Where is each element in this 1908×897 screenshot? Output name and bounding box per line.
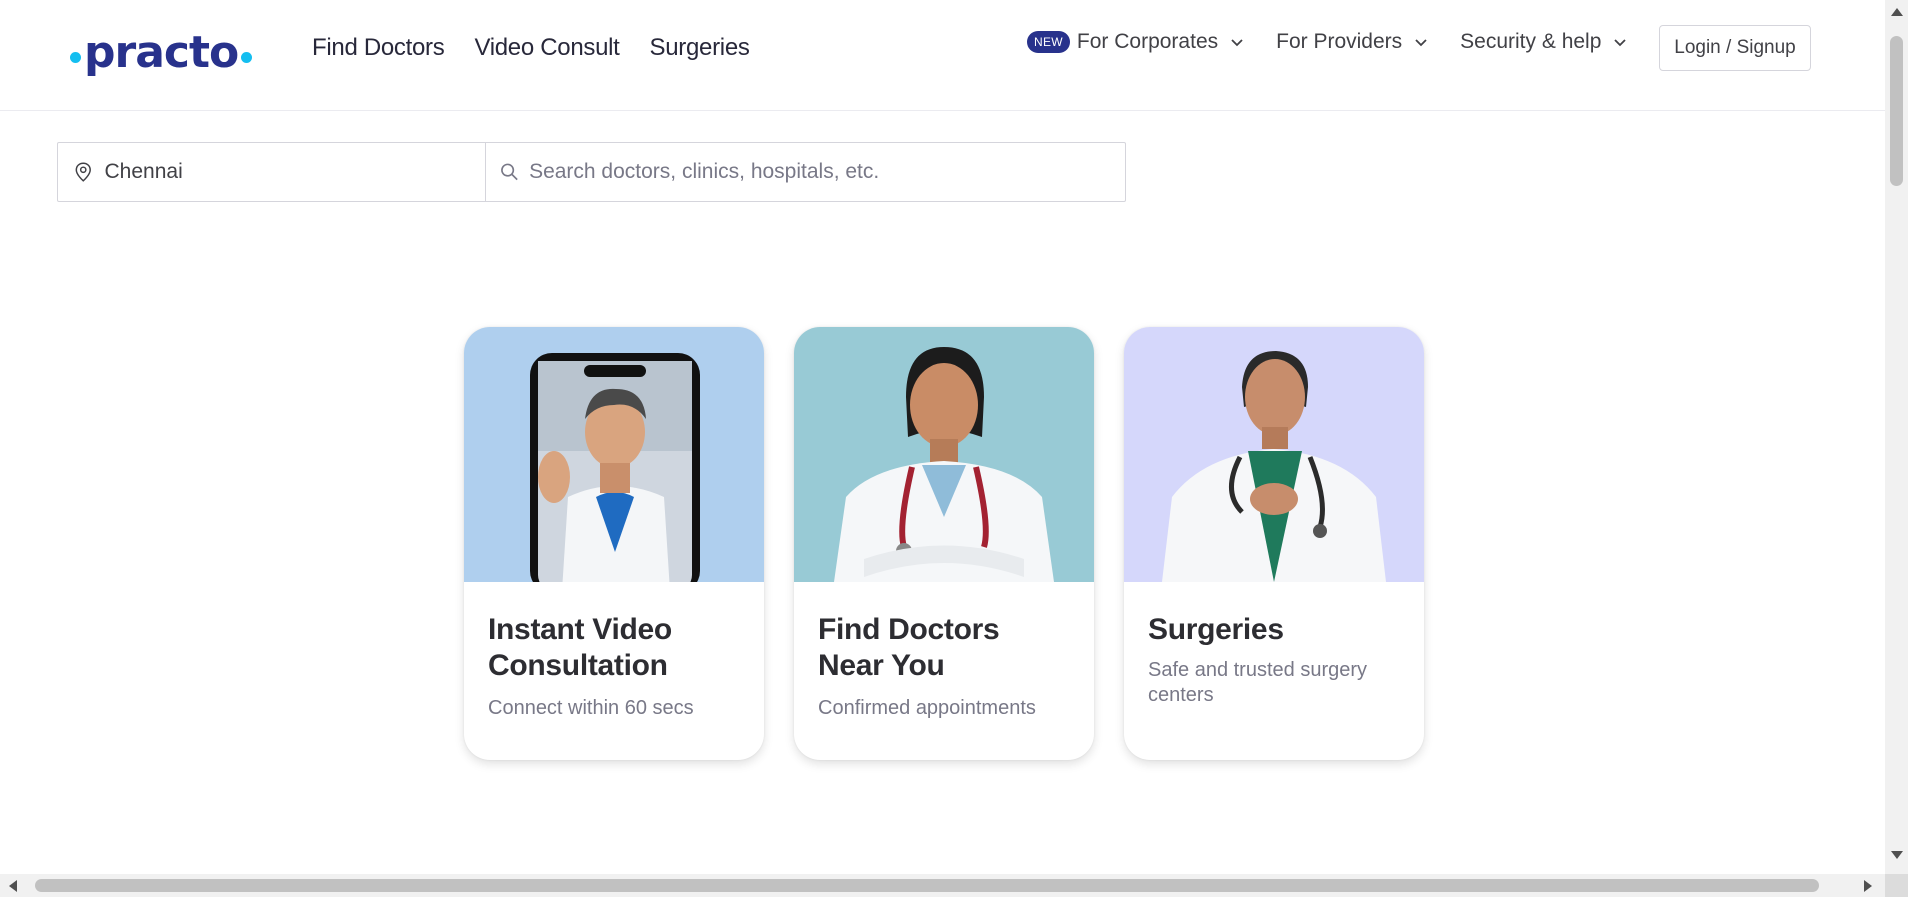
card-body: Find Doctors Near You Confirmed appointm…	[794, 582, 1094, 721]
scrollbar-corner	[1885, 874, 1908, 897]
location-pin-icon	[75, 162, 91, 182]
query-field[interactable]	[486, 143, 1125, 201]
card-surgeries[interactable]: Surgeries Safe and trusted surgery cente…	[1124, 327, 1424, 760]
search-input[interactable]	[529, 160, 1125, 184]
phone-doctor-illustration	[530, 353, 700, 582]
doctor-on-phone-image	[464, 327, 764, 582]
nav-surgeries[interactable]: Surgeries	[650, 34, 750, 62]
doctor-illustration	[834, 347, 1054, 582]
horizontal-scroll-thumb[interactable]	[35, 879, 1819, 892]
card-find-doctors[interactable]: Find Doctors Near You Confirmed appointm…	[794, 327, 1094, 760]
card-title: Find Doctors Near You	[818, 613, 1000, 682]
doctor-portrait-image	[794, 327, 1094, 582]
chevron-down-icon	[1614, 39, 1627, 47]
card-title: Surgeries	[1148, 613, 1284, 646]
scroll-down-arrow-icon[interactable]	[1891, 851, 1903, 859]
scroll-up-arrow-icon[interactable]	[1891, 8, 1903, 16]
chevron-down-icon	[1415, 39, 1427, 47]
main-nav: Find Doctors Video Consult Surgeries	[312, 34, 750, 62]
top-header: practo Find Doctors Video Consult Surger…	[0, 0, 1885, 111]
card-body: Surgeries Safe and trusted surgery cente…	[1124, 582, 1424, 708]
login-signup-button[interactable]: Login / Signup	[1659, 25, 1811, 71]
scroll-right-arrow-icon[interactable]	[1864, 880, 1872, 892]
card-subtitle: Connect within 60 secs	[488, 697, 694, 719]
logo-dot-left	[70, 51, 81, 63]
card-subtitle: Confirmed appointments	[818, 697, 1036, 719]
chevron-down-icon	[1231, 39, 1243, 47]
surgeon-illustration	[1162, 351, 1386, 582]
nav-for-corporates-label: For Corporates	[1076, 30, 1219, 53]
scroll-left-arrow-icon[interactable]	[9, 880, 17, 892]
logo-dot-right	[241, 51, 253, 63]
vertical-scrollbar[interactable]	[1885, 0, 1908, 897]
card-title: Instant Video Consultation	[488, 613, 672, 682]
location-input[interactable]	[104, 160, 485, 184]
nav-find-doctors[interactable]: Find Doctors	[312, 34, 445, 62]
card-video-consultation[interactable]: Instant Video Consultation Connect withi…	[464, 327, 764, 760]
nav-for-corporates[interactable]: NEW For Corporates	[1027, 30, 1244, 54]
search-icon	[501, 163, 518, 181]
vertical-scroll-thumb[interactable]	[1890, 36, 1903, 186]
location-field[interactable]	[58, 143, 486, 201]
card-body: Instant Video Consultation Connect withi…	[464, 582, 764, 721]
nav-video-consult[interactable]: Video Consult	[474, 34, 619, 62]
new-badge: NEW	[1027, 31, 1070, 53]
nav-security-help[interactable]: Security & help	[1460, 30, 1627, 54]
logo-text: practo	[84, 26, 239, 78]
practo-logo[interactable]: practo	[67, 27, 255, 78]
secondary-nav: NEW For Corporates For Providers Securit…	[1027, 30, 1659, 54]
surgeon-portrait-image	[1124, 327, 1424, 582]
nav-for-providers-label: For Providers	[1276, 30, 1403, 53]
search-bar	[57, 142, 1126, 202]
horizontal-scrollbar[interactable]	[0, 874, 1885, 897]
nav-for-providers[interactable]: For Providers	[1276, 30, 1428, 54]
nav-security-help-label: Security & help	[1460, 30, 1602, 53]
card-subtitle: Safe and trusted surgery centers	[1148, 659, 1368, 706]
